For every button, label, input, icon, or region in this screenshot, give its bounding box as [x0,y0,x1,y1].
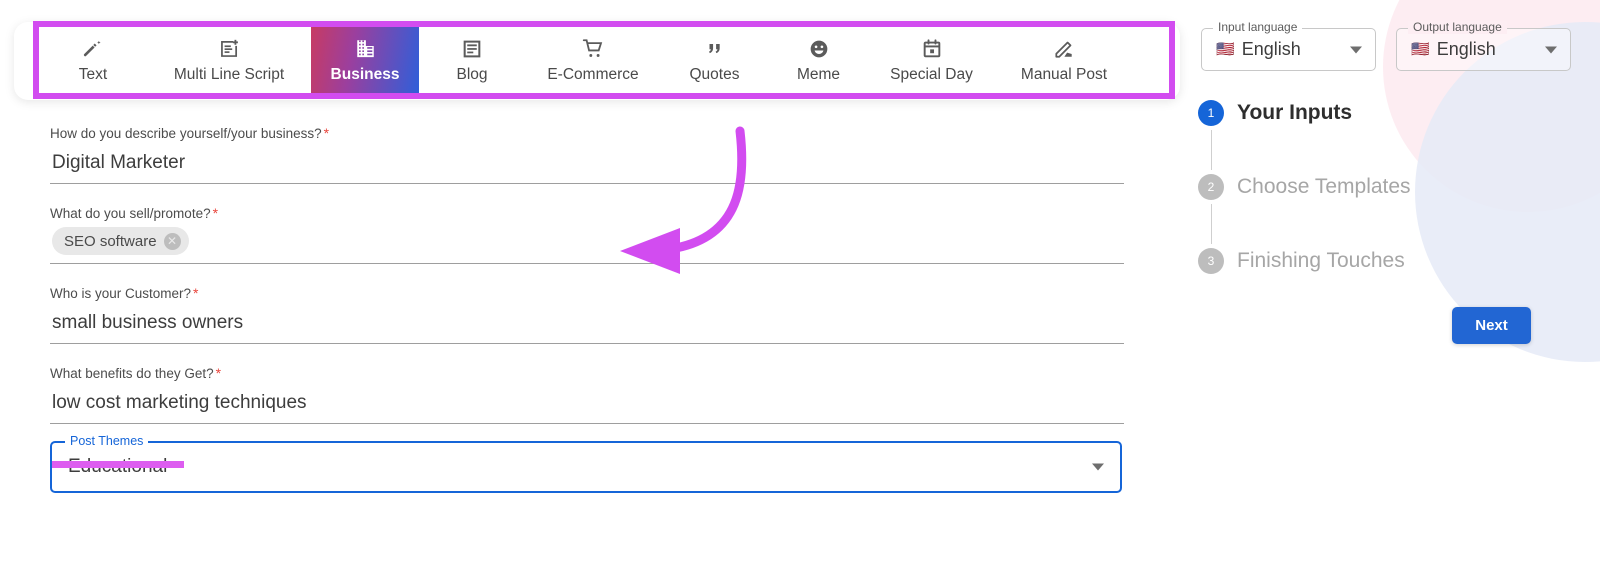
inputs-form: How do you describe yourself/your busine… [50,125,1124,493]
shopping-cart-icon [581,37,605,61]
article-icon [460,37,484,61]
tab-label: Meme [796,65,841,83]
step-choose-templates[interactable]: 2 Choose Templates [1198,170,1411,204]
customer-input[interactable]: small business owners [50,302,1124,344]
step-finishing-touches[interactable]: 3 Finishing Touches [1198,244,1411,278]
benefits-input[interactable]: low cost marketing techniques [50,382,1124,424]
tab-label: E-Commerce [547,65,639,83]
tab-label: Multi Line Script [173,65,285,83]
pencil-edit-icon [1052,37,1076,61]
field-label: Who is your Customer? * [50,285,199,301]
field-business-description: How do you describe yourself/your busine… [50,125,1124,184]
content-type-tabbar: Text Multi Line Script Business Blog E-C… [39,27,1169,93]
input-language-label: Input language [1213,21,1303,34]
required-marker: * [193,285,199,301]
tab-business[interactable]: Business [311,27,419,93]
chevron-down-icon[interactable] [1545,46,1557,53]
post-add-icon [217,37,241,61]
sell-promote-input[interactable]: SEO software ✕ [50,222,1124,264]
us-flag-icon: 🇺🇸 [1216,41,1235,58]
business-description-input[interactable]: Digital Marketer [50,142,1124,184]
tab-meme[interactable]: Meme [768,27,869,93]
chip-label: SEO software [64,232,157,250]
output-language-value: English [1436,39,1496,59]
field-benefits: What benefits do they Get? * low cost mar… [50,365,1124,424]
right-panel: Input language 🇺🇸 English Output languag… [1190,0,1600,588]
annotation-highlight-bar [52,461,184,468]
tab-label: Quotes [689,65,740,83]
tab-label: Business [330,65,400,83]
tab-text[interactable]: Text [39,27,147,93]
chevron-down-icon[interactable] [1092,463,1104,471]
step-connector [1211,204,1212,244]
required-marker: * [212,205,219,221]
post-themes-select[interactable]: Post Themes Educational [50,434,1122,493]
tab-multi-line-script[interactable]: Multi Line Script [147,27,311,93]
tab-label: Manual Post [1020,65,1108,83]
field-label: How do you describe yourself/your busine… [50,125,330,141]
post-themes-label: Post Themes [65,434,149,448]
quote-icon [703,37,727,61]
step-number-badge: 1 [1198,100,1224,126]
tab-special-day[interactable]: Special Day [869,27,994,93]
tab-blog[interactable]: Blog [419,27,525,93]
step-your-inputs[interactable]: 1 Your Inputs [1198,96,1411,130]
step-label: Finishing Touches [1237,249,1405,272]
step-number-badge: 3 [1198,248,1224,274]
smiley-face-icon [807,37,831,61]
tab-label: Special Day [890,65,973,83]
magic-wand-icon [81,37,105,61]
wizard-stepper: 1 Your Inputs 2 Choose Templates 3 Finis… [1198,96,1411,278]
chip-remove-icon[interactable]: ✕ [163,232,181,250]
us-flag-icon: 🇺🇸 [1411,41,1430,58]
tab-manual-post[interactable]: Manual Post [994,27,1134,93]
language-selectors: Input language 🇺🇸 English Output languag… [1201,21,1571,71]
field-label: What benefits do they Get? * [50,365,222,381]
tab-e-commerce[interactable]: E-Commerce [525,27,661,93]
building-icon [353,37,377,61]
required-marker: * [215,365,222,381]
chevron-down-icon[interactable] [1350,46,1362,53]
output-language-select[interactable]: Output language 🇺🇸 English [1396,21,1571,71]
field-sell-promote: What do you sell/promote? * SEO software … [50,205,1124,264]
field-customer: Who is your Customer? * small business ow… [50,285,1124,344]
input-language-value: English [1241,39,1301,59]
chip-seo-software[interactable]: SEO software ✕ [52,227,189,255]
required-marker: * [323,125,330,141]
tab-label: Text [78,65,108,83]
tab-label: Blog [456,65,488,83]
tab-quotes[interactable]: Quotes [661,27,768,93]
calendar-icon [920,37,944,61]
field-label: What do you sell/promote? * [50,205,219,221]
step-label: Your Inputs [1237,101,1353,124]
step-connector [1211,130,1212,170]
step-number-badge: 2 [1198,174,1224,200]
next-button[interactable]: Next [1452,307,1531,344]
input-language-select[interactable]: Input language 🇺🇸 English [1201,21,1376,71]
step-label: Choose Templates [1237,175,1411,198]
output-language-label: Output language [1408,21,1507,34]
page-root: Text Multi Line Script Business Blog E-C… [0,0,1600,588]
